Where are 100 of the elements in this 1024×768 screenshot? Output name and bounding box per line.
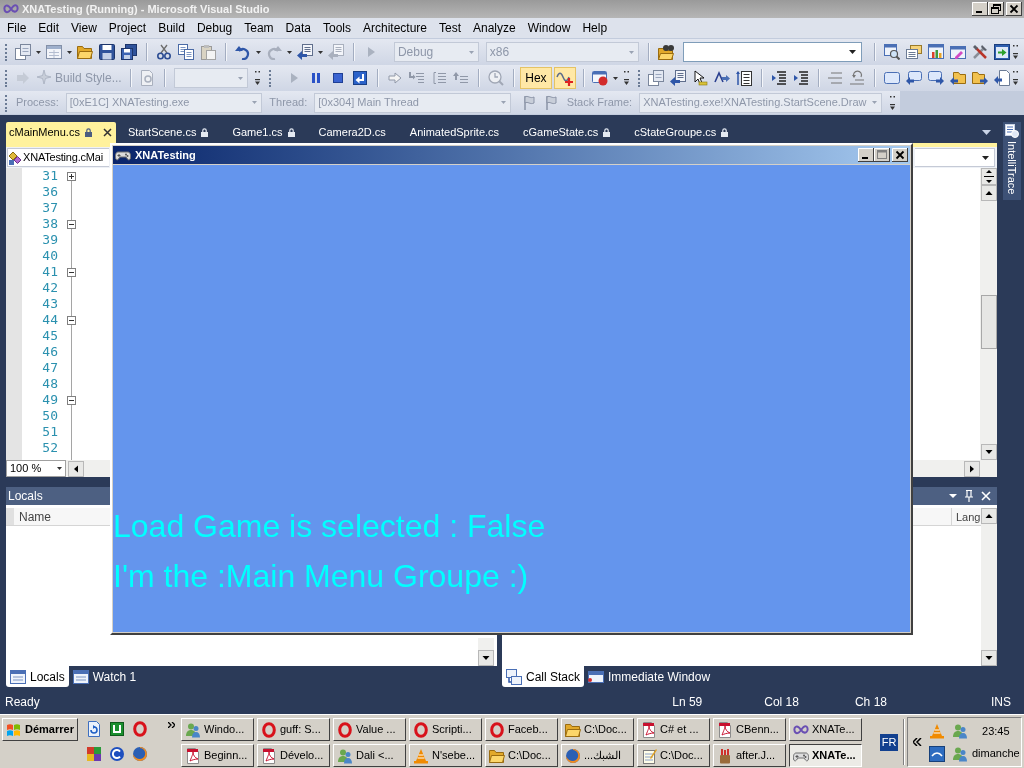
document-arrow-icon[interactable] bbox=[993, 70, 1010, 86]
taskbar-button[interactable]: XNATe... bbox=[789, 718, 862, 741]
menu-item[interactable]: Debug bbox=[190, 19, 239, 37]
list-icon[interactable] bbox=[736, 70, 753, 86]
clipboard-icon[interactable] bbox=[199, 44, 216, 60]
circle-icon[interactable] bbox=[109, 746, 125, 762]
menu-item[interactable]: Project bbox=[102, 19, 153, 37]
zoom-dropdown[interactable]: 100 % bbox=[6, 460, 66, 477]
document-tab[interactable]: cStateGroupe.cs bbox=[622, 122, 741, 143]
minimize-icon[interactable] bbox=[858, 148, 874, 162]
scroll-up-icon[interactable] bbox=[980, 185, 997, 201]
pin-icon[interactable] bbox=[963, 490, 975, 502]
caret-icon[interactable] bbox=[255, 50, 261, 54]
four-squares-icon[interactable] bbox=[86, 746, 102, 762]
crossed-tools-icon[interactable] bbox=[972, 44, 989, 60]
overflow-chevron-icon[interactable] bbox=[1013, 45, 1019, 59]
taskbar-button[interactable]: Faceb... bbox=[485, 718, 558, 741]
square-icon[interactable] bbox=[109, 721, 125, 737]
document-tab[interactable]: AnimatedSprite.cs bbox=[397, 122, 512, 143]
scroll-down-icon[interactable] bbox=[980, 444, 997, 460]
overflow-chevron-icon[interactable] bbox=[255, 71, 261, 85]
globe-icon[interactable] bbox=[132, 746, 148, 762]
square-icon[interactable] bbox=[929, 745, 945, 762]
type-dropdown[interactable]: XNATesting.cMai bbox=[7, 148, 109, 167]
menu-item[interactable]: Help bbox=[576, 19, 614, 37]
document-tab[interactable]: Game1.cs bbox=[220, 122, 307, 143]
menu-item[interactable]: File bbox=[1, 19, 33, 37]
caret-icon[interactable] bbox=[613, 76, 619, 80]
lines-undo-icon[interactable] bbox=[849, 70, 866, 86]
scissors-icon[interactable] bbox=[155, 44, 172, 60]
menu-item[interactable]: Test bbox=[433, 19, 467, 37]
language-indicator[interactable]: FR bbox=[880, 734, 898, 751]
document-tab[interactable]: StartScene.cs bbox=[115, 122, 221, 143]
find-field[interactable] bbox=[683, 42, 863, 62]
toolbar-grip[interactable] bbox=[4, 43, 8, 61]
document-tab[interactable]: Camera2D.cs bbox=[306, 122, 398, 143]
indent-icon[interactable] bbox=[792, 70, 809, 86]
chevron-icon[interactable] bbox=[168, 722, 175, 728]
undo-icon[interactable] bbox=[234, 44, 251, 60]
minus-box-icon[interactable] bbox=[66, 267, 76, 277]
taskbar-button[interactable]: Dévelo... bbox=[257, 744, 330, 767]
menu-item[interactable]: Team bbox=[238, 19, 280, 37]
toolbar-grip[interactable] bbox=[637, 69, 642, 87]
minimize-icon[interactable] bbox=[972, 2, 988, 16]
menu-item[interactable]: View bbox=[65, 19, 103, 37]
toolbar-grip[interactable] bbox=[4, 69, 8, 87]
menu-item[interactable]: Tools bbox=[316, 19, 357, 37]
maximize-icon[interactable] bbox=[874, 148, 890, 162]
menu-item[interactable]: Build bbox=[152, 19, 191, 37]
split-icon[interactable] bbox=[980, 168, 997, 185]
menu-item[interactable]: Edit bbox=[32, 19, 66, 37]
caret-icon[interactable] bbox=[982, 130, 991, 135]
document-refresh-icon[interactable] bbox=[86, 721, 102, 737]
grid-window-icon[interactable] bbox=[46, 44, 62, 60]
taskbar-button[interactable]: N'sebe... bbox=[409, 744, 482, 767]
taskbar-button[interactable]: CBenn... bbox=[713, 718, 786, 741]
window-chart-icon[interactable] bbox=[928, 44, 945, 60]
caret-icon[interactable] bbox=[36, 50, 41, 54]
window-icon[interactable] bbox=[883, 70, 900, 86]
caret-icon[interactable] bbox=[286, 50, 292, 54]
menu-item[interactable]: Data bbox=[279, 19, 317, 37]
panel-tab[interactable]: Locals bbox=[6, 666, 69, 687]
taskbar-button[interactable]: C:\Doc... bbox=[637, 744, 710, 767]
chevron-icon[interactable] bbox=[913, 738, 922, 746]
hex-button[interactable]: Hex bbox=[520, 67, 552, 89]
scroll-up-icon[interactable] bbox=[981, 508, 997, 524]
side-tab[interactable]: IntelliTrace bbox=[1003, 122, 1021, 200]
menu-item[interactable]: Window bbox=[521, 19, 577, 37]
wave-plus-icon[interactable] bbox=[553, 67, 576, 89]
document-arrow-icon[interactable] bbox=[296, 44, 313, 60]
close-icon[interactable] bbox=[892, 148, 908, 162]
overflow-chevron-icon[interactable] bbox=[1013, 71, 1018, 85]
minus-box-icon[interactable] bbox=[66, 395, 76, 405]
scroll-thumb[interactable] bbox=[980, 295, 997, 349]
close-icon[interactable] bbox=[102, 128, 112, 137]
window-pen-icon[interactable] bbox=[950, 44, 967, 60]
restore-icon[interactable] bbox=[988, 2, 1004, 16]
dropdown-field[interactable] bbox=[173, 68, 249, 88]
menu-item[interactable]: Architecture bbox=[356, 19, 433, 37]
minus-box-icon[interactable] bbox=[66, 219, 76, 229]
close-icon[interactable] bbox=[1006, 2, 1022, 16]
documents-icon[interactable] bbox=[648, 70, 665, 86]
vertical-scrollbar[interactable] bbox=[478, 638, 494, 666]
folder-arrow-icon[interactable] bbox=[971, 70, 988, 86]
window-magnifier-icon[interactable] bbox=[884, 44, 901, 60]
caret-icon[interactable] bbox=[949, 494, 957, 498]
overflow-chevron-icon[interactable] bbox=[890, 95, 895, 110]
toolbar-grip[interactable] bbox=[4, 93, 8, 112]
minus-box-icon[interactable] bbox=[66, 315, 76, 325]
taskbar-button[interactable]: guff: S... bbox=[257, 718, 330, 741]
taskbar-button[interactable]: Dali <... bbox=[333, 744, 406, 767]
window-arrow-icon[interactable] bbox=[994, 44, 1011, 60]
document-arrow-icon[interactable] bbox=[670, 70, 687, 86]
floppy-disks-icon[interactable] bbox=[121, 44, 137, 60]
overflow-chevron-icon[interactable] bbox=[624, 71, 630, 85]
toolbar-grip[interactable] bbox=[268, 69, 273, 87]
taskbar-button[interactable]: Windo... bbox=[181, 718, 254, 741]
copy-icon[interactable] bbox=[177, 44, 194, 60]
caret-icon[interactable] bbox=[67, 50, 72, 54]
scroll-down-icon[interactable] bbox=[478, 650, 494, 666]
